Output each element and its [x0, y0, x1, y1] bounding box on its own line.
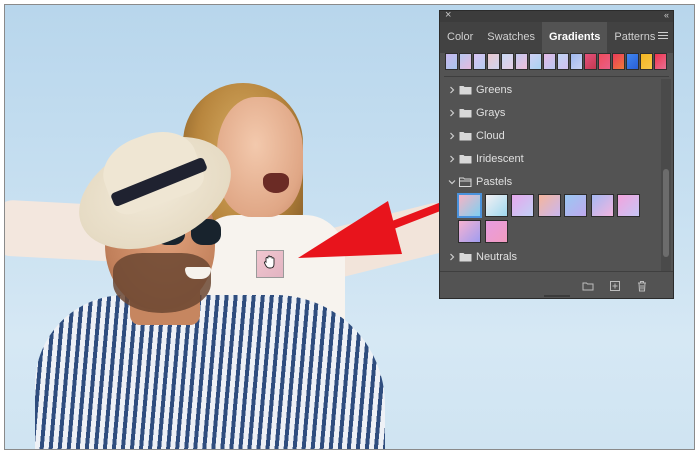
folder-label: Pastels — [476, 176, 513, 188]
chevron-down-icon[interactable] — [448, 178, 456, 186]
photo-man-beard — [113, 253, 211, 313]
recent-gradient-swatch[interactable] — [514, 53, 528, 70]
tab-gradients[interactable]: Gradients — [542, 22, 608, 53]
collapse-icon[interactable]: « — [664, 10, 669, 20]
panel-resize-grip[interactable] — [544, 295, 570, 297]
chevron-right-icon[interactable] — [448, 109, 456, 117]
chevron-right-icon[interactable] — [448, 132, 456, 140]
tab-swatches[interactable]: Swatches — [480, 22, 542, 53]
gradient-swatch[interactable] — [537, 194, 561, 217]
gradient-swatch[interactable] — [590, 194, 614, 217]
trash-icon[interactable] — [636, 280, 648, 292]
folder-icon — [459, 132, 472, 141]
folder-label: Iridescent — [476, 153, 524, 165]
folder-row[interactable]: Cloud — [440, 125, 661, 148]
folder-icon — [459, 155, 472, 164]
recent-gradient-swatch[interactable] — [486, 53, 500, 70]
gradient-swatch[interactable] — [457, 193, 482, 218]
chevron-right-icon[interactable] — [448, 86, 456, 94]
photo-woman-face — [217, 97, 303, 217]
divider — [444, 76, 669, 77]
recent-gradient-swatch[interactable] — [626, 53, 640, 70]
scrollbar[interactable] — [661, 79, 671, 271]
recent-gradient-swatch[interactable] — [528, 53, 542, 70]
folder-row[interactable]: Pastels — [440, 171, 661, 194]
gradient-swatch[interactable] — [564, 194, 587, 217]
recent-gradient-swatch[interactable] — [542, 53, 556, 70]
new-gradient-icon[interactable] — [609, 280, 621, 292]
pastels-swatch-grid — [440, 193, 661, 246]
recent-gradient-swatch[interactable] — [612, 53, 626, 70]
folder-row[interactable]: Greens — [440, 79, 661, 102]
recent-gradient-swatch[interactable] — [472, 53, 486, 70]
folder-label: Neutrals — [476, 251, 517, 263]
recent-gradient-swatch[interactable] — [556, 53, 570, 70]
chevron-right-icon[interactable] — [448, 253, 456, 261]
gradient-swatch[interactable] — [511, 194, 534, 217]
folder-icon — [459, 109, 472, 118]
folder-label: Cloud — [476, 130, 505, 142]
panel-titlebar[interactable]: × « — [440, 9, 673, 22]
recent-gradient-swatch[interactable] — [654, 53, 667, 70]
recent-gradient-swatch[interactable] — [584, 53, 598, 70]
recent-gradient-swatch[interactable] — [445, 53, 458, 70]
chevron-right-icon[interactable] — [448, 155, 456, 163]
recent-gradients-strip — [445, 53, 667, 70]
tab-color[interactable]: Color — [440, 22, 480, 53]
folder-label: Greens — [476, 84, 513, 96]
photo-woman-mouth — [263, 173, 289, 193]
folder-open-icon — [459, 177, 472, 187]
folder-row[interactable]: Iridescent — [440, 148, 661, 171]
folder-row[interactable]: Grays — [440, 102, 661, 125]
scrollbar-thumb[interactable] — [663, 169, 669, 257]
grab-hand-cursor-icon — [263, 255, 275, 269]
recent-gradient-swatch[interactable] — [570, 53, 584, 70]
folder-label: Grays — [476, 107, 506, 119]
recent-gradient-swatch[interactable] — [640, 53, 654, 70]
folder-icon — [459, 253, 472, 262]
folder-icon — [459, 86, 472, 95]
photo-man-striped-shirt — [35, 295, 385, 449]
new-group-folder-icon[interactable] — [582, 280, 594, 292]
gradient-swatch[interactable] — [484, 194, 508, 217]
close-icon[interactable]: × — [445, 9, 451, 21]
tab-patterns[interactable]: Patterns — [607, 22, 662, 53]
gradient-swatch[interactable] — [617, 194, 640, 217]
recent-gradient-swatch[interactable] — [598, 53, 612, 70]
panel-menu-icon[interactable] — [658, 32, 668, 42]
gradients-panel: × « Color Swatches Gradients Patterns Gr… — [439, 9, 674, 299]
panel-tabs: Color Swatches Gradients Patterns — [440, 22, 673, 53]
gradient-swatch[interactable] — [458, 220, 481, 243]
gradient-swatch[interactable] — [484, 220, 508, 243]
recent-gradient-swatch[interactable] — [458, 53, 472, 70]
gradient-folder-list: Greens Grays Cloud Iridescent Pastels Neutral… — [440, 79, 661, 271]
folder-row[interactable]: Neutrals — [440, 246, 661, 269]
recent-gradient-swatch[interactable] — [500, 53, 514, 70]
